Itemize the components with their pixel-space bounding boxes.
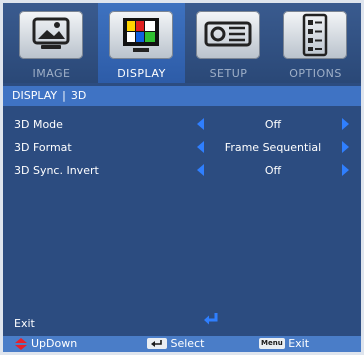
projector-icon [196, 11, 260, 59]
exit-item[interactable]: Exit [14, 317, 35, 330]
setting-row-3d-format[interactable]: 3D Format Frame Sequential [3, 136, 361, 158]
options-icon [283, 11, 347, 59]
updown-hint: UpDown [31, 337, 78, 350]
arrow-left-icon[interactable] [197, 118, 204, 130]
menu-exit-hint: Menu Exit [259, 337, 309, 351]
tab-display[interactable]: DISPLAY [98, 3, 185, 83]
tab-setup[interactable]: SETUP [185, 3, 272, 83]
menu-key-icon: Menu [259, 337, 285, 349]
setting-value: Off [264, 118, 282, 131]
tab-display-label: DISPLAY [117, 67, 166, 80]
breadcrumb-separator: | [62, 89, 66, 102]
breadcrumb-page: 3D [70, 89, 87, 102]
enter-key-icon [147, 337, 167, 349]
arrow-right-icon[interactable] [342, 164, 349, 176]
select-label: Select [170, 337, 205, 350]
arrow-left-icon[interactable] [197, 164, 204, 176]
setting-row-3d-mode[interactable]: 3D Mode Off [3, 113, 361, 135]
setting-row-3d-sync-invert[interactable]: 3D Sync. Invert Off [3, 159, 361, 181]
menu-tab-bar: IMAGE DISPLAY SETUP OPTIONS [3, 3, 361, 83]
tab-options-label: OPTIONS [289, 67, 342, 80]
tab-image-label: IMAGE [32, 67, 71, 80]
footer-hint-bar: UpDown Select Menu Exit [3, 336, 361, 352]
updown-icon [15, 338, 27, 350]
image-icon [19, 11, 83, 59]
arrow-right-icon[interactable] [342, 118, 349, 130]
arrow-left-icon[interactable] [197, 141, 204, 153]
setting-value: Frame Sequential [224, 141, 322, 154]
arrow-right-icon[interactable] [342, 141, 349, 153]
setting-label: 3D Format [14, 141, 72, 154]
breadcrumb-section: DISPLAY [12, 89, 58, 102]
tab-options[interactable]: OPTIONS [272, 3, 359, 83]
breadcrumb: DISPLAY | 3D [3, 86, 361, 106]
osd-menu: IMAGE DISPLAY SETUP OPTIONS DISPLAY | 3D… [3, 3, 361, 352]
setting-label: 3D Mode [14, 118, 63, 131]
tab-image[interactable]: IMAGE [8, 3, 95, 83]
enter-icon[interactable] [203, 312, 219, 326]
display-icon [109, 11, 173, 59]
setting-value: Off [264, 164, 282, 177]
select-hint: Select [147, 337, 204, 351]
tab-setup-label: SETUP [209, 67, 248, 80]
setting-label: 3D Sync. Invert [14, 164, 99, 177]
menu-exit-label: Exit [288, 337, 310, 350]
